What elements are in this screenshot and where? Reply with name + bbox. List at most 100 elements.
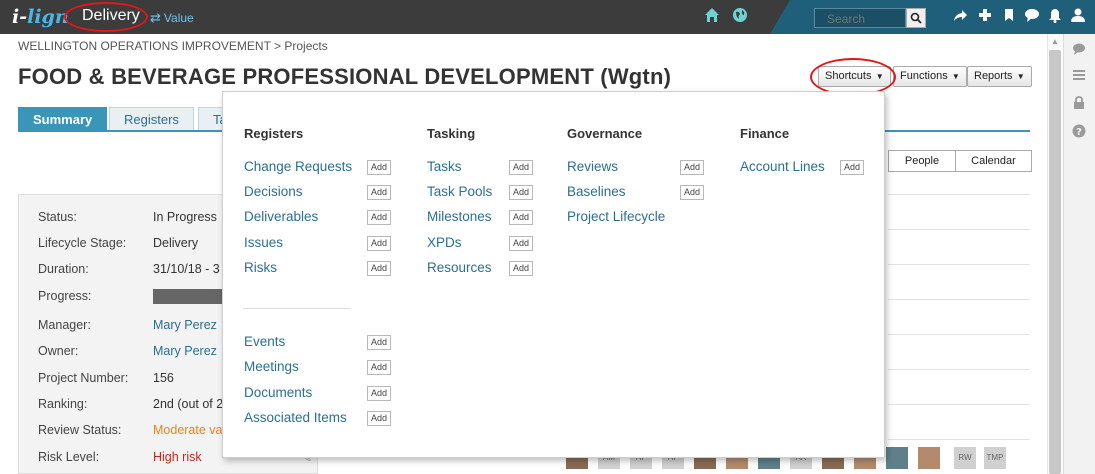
shortcut-tasks[interactable]: Tasks: [427, 159, 462, 174]
logo-text-accent: lign: [27, 6, 69, 28]
logo-text-main: i-: [12, 6, 28, 28]
shortcut-meetings[interactable]: Meetings: [244, 359, 299, 374]
add-task-pool-button[interactable]: Add: [509, 185, 533, 200]
shortcut-change-requests[interactable]: Change Requests: [244, 159, 352, 174]
add-milestone-button[interactable]: Add: [509, 210, 533, 225]
field-label-lifecycle-stage: Lifecycle Stage:: [38, 236, 127, 250]
search-button[interactable]: [906, 8, 926, 28]
user-icon[interactable]: [1068, 7, 1088, 28]
mode-value-label: Value: [163, 11, 194, 25]
shortcut-task-pools[interactable]: Task Pools: [427, 184, 492, 199]
shortcut-reviews[interactable]: Reviews: [567, 159, 618, 174]
shortcut-events[interactable]: Events: [244, 334, 285, 349]
add-task-button[interactable]: Add: [509, 160, 533, 175]
field-label-owner: Owner:: [38, 344, 79, 358]
shortcut-resources[interactable]: Resources: [427, 260, 492, 275]
highlight-circle-delivery: [64, 2, 148, 32]
field-label-risk-level: Risk Level:: [38, 450, 100, 464]
lock-icon[interactable]: [1071, 96, 1087, 113]
bell-icon[interactable]: [1045, 7, 1065, 28]
caret-down-icon: ▼: [873, 72, 884, 81]
registers-divider: [243, 308, 351, 309]
field-label-project-number: Project Number:: [38, 371, 129, 385]
field-value-status: In Progress: [153, 210, 217, 224]
add-change-request-button[interactable]: Add: [367, 160, 391, 175]
add-baseline-button[interactable]: Add: [680, 185, 704, 200]
shortcut-milestones[interactable]: Milestones: [427, 209, 492, 224]
field-label-ranking: Ranking:: [38, 397, 88, 411]
shortcut-associated-items[interactable]: Associated Items: [244, 410, 347, 425]
shortcuts-label: Shortcuts: [825, 70, 872, 82]
shortcut-issues[interactable]: Issues: [244, 235, 283, 250]
field-value-project-number: 156: [153, 371, 174, 385]
add-event-button[interactable]: Add: [367, 335, 391, 350]
globe-icon[interactable]: [730, 7, 750, 28]
tab-summary[interactable]: Summary: [18, 107, 108, 130]
shortcut-documents[interactable]: Documents: [244, 385, 312, 400]
finance-heading: Finance: [740, 126, 790, 141]
view-toggle-group: People Calendar: [888, 150, 1032, 172]
field-value-duration: 31/10/18 - 3: [153, 262, 220, 276]
scroll-up-arrow[interactable]: ▲: [1049, 37, 1061, 47]
add-deliverable-button[interactable]: Add: [367, 210, 391, 225]
avatar[interactable]: [886, 447, 908, 469]
shortcut-baselines[interactable]: Baselines: [567, 184, 626, 199]
list-icon[interactable]: [1071, 68, 1087, 85]
chat-icon[interactable]: [1022, 7, 1042, 28]
mode-value-link[interactable]: ⇄ Value: [150, 10, 194, 26]
shortcut-project-lifecycle[interactable]: Project Lifecycle: [567, 209, 665, 224]
shortcut-account-lines[interactable]: Account Lines: [740, 159, 825, 174]
add-decision-button[interactable]: Add: [367, 185, 391, 200]
field-value-lifecycle-stage: Delivery: [153, 236, 199, 250]
share-icon[interactable]: [950, 7, 970, 28]
plus-icon[interactable]: [975, 7, 995, 28]
add-meeting-button[interactable]: Add: [367, 360, 391, 375]
bookmark-icon[interactable]: [999, 7, 1019, 28]
add-review-button[interactable]: Add: [680, 160, 704, 175]
search-input[interactable]: [814, 8, 906, 28]
reports-label: Reports: [974, 70, 1013, 82]
swap-icon: ⇄: [150, 10, 161, 25]
progress-value: 3: [213, 290, 219, 301]
add-associated-item-button[interactable]: Add: [367, 411, 391, 426]
functions-button[interactable]: Functions ▼: [893, 66, 967, 87]
tab-registers[interactable]: Registers: [109, 107, 194, 130]
people-view-button[interactable]: People: [889, 151, 955, 171]
field-label-duration: Duration:: [38, 262, 89, 276]
avatar[interactable]: RW: [954, 447, 976, 469]
topbar-divider: [770, 0, 790, 34]
comment-icon[interactable]: [1071, 42, 1087, 59]
add-account-line-button[interactable]: Add: [840, 160, 864, 175]
field-label-review-status: Review Status:: [38, 423, 122, 437]
add-risk-button[interactable]: Add: [367, 261, 391, 276]
caret-down-icon: ▼: [949, 72, 960, 81]
add-issue-button[interactable]: Add: [367, 236, 391, 251]
tasking-heading: Tasking: [427, 126, 476, 141]
field-label-manager: Manager:: [38, 318, 91, 332]
app-logo[interactable]: i-lign: [12, 6, 69, 28]
shortcut-decisions[interactable]: Decisions: [244, 184, 303, 199]
registers-heading: Registers: [244, 126, 304, 141]
add-resource-button[interactable]: Add: [509, 261, 533, 276]
avatar[interactable]: [918, 447, 940, 469]
scrollbar-thumb[interactable]: [1049, 50, 1061, 474]
shortcuts-button[interactable]: Shortcuts ▼: [818, 66, 891, 87]
search-icon: [910, 12, 922, 24]
shortcuts-dropdown-menu: Registers Tasking Governance Finance Cha…: [222, 91, 885, 458]
shortcut-xpds[interactable]: XPDs: [427, 235, 462, 250]
field-value-risk-level: High risk: [153, 450, 202, 464]
add-xpd-button[interactable]: Add: [509, 236, 533, 251]
add-document-button[interactable]: Add: [367, 386, 391, 401]
avatar[interactable]: TMP: [984, 447, 1006, 469]
manager-link[interactable]: Mary Perez: [153, 318, 223, 332]
page-title: FOOD & BEVERAGE PROFESSIONAL DEVELOPMENT…: [18, 64, 672, 89]
help-icon[interactable]: ?: [1071, 124, 1087, 141]
home-icon[interactable]: [702, 7, 722, 28]
calendar-view-button[interactable]: Calendar: [955, 151, 1031, 171]
shortcut-deliverables[interactable]: Deliverables: [244, 209, 318, 224]
owner-link[interactable]: Mary Perez: [153, 344, 223, 358]
shortcut-risks[interactable]: Risks: [244, 260, 277, 275]
breadcrumb[interactable]: WELLINGTON OPERATIONS IMPROVEMENT > Proj…: [18, 39, 328, 53]
field-label-status: Status:: [38, 210, 77, 224]
reports-button[interactable]: Reports ▼: [967, 66, 1032, 87]
